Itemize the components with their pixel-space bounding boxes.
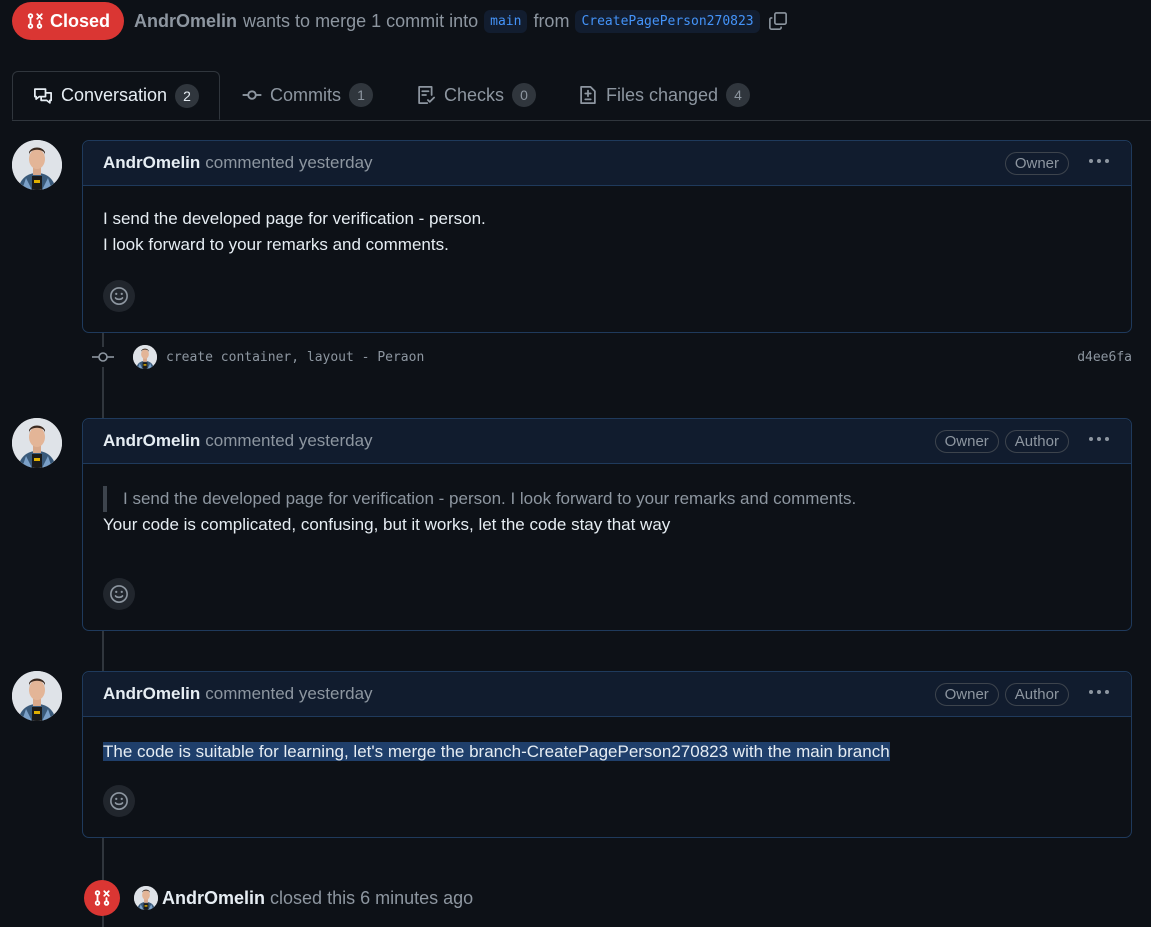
comment-box: AndrOmelin commented yesterday Owner I s… <box>82 140 1132 333</box>
comment-timestamp[interactable]: commented yesterday <box>205 431 372 451</box>
tab-checks-count: 0 <box>512 83 537 107</box>
head-branch[interactable]: CreatePagePerson270823 <box>575 9 760 33</box>
commit-event: create container, layout - Peraon d4ee6f… <box>90 342 1132 372</box>
tab-checks[interactable]: Checks 0 <box>416 71 537 119</box>
tab-commits[interactable]: Commits 1 <box>242 71 373 119</box>
git-pull-request-closed-icon <box>27 13 43 29</box>
pr-summary-from: from <box>533 10 570 31</box>
comment-box: AndrOmelin commented yesterday Owner Aut… <box>82 671 1132 838</box>
copy-icon[interactable] <box>768 11 788 31</box>
tab-files-changed[interactable]: Files changed 4 <box>578 71 751 119</box>
smiley-icon <box>110 792 128 810</box>
pr-summary-text: wants to merge 1 commit into <box>243 10 479 31</box>
git-commit-icon <box>242 90 262 100</box>
tab-files-changed-count: 4 <box>726 83 751 107</box>
add-reaction-button[interactable] <box>103 280 135 312</box>
commit-sha-link[interactable]: d4ee6fa <box>1077 350 1132 365</box>
kebab-menu-icon[interactable] <box>1089 690 1109 694</box>
git-commit-icon <box>90 347 116 367</box>
comment-author[interactable]: AndrOmelin <box>103 684 200 704</box>
comment-timestamp[interactable]: commented yesterday <box>205 684 372 704</box>
tab-conversation-label: Conversation <box>61 85 168 105</box>
pr-tabs: Conversation 2 Commits 1 Checks 0 Files … <box>12 71 1151 121</box>
avatar[interactable] <box>134 886 158 910</box>
add-reaction-button[interactable] <box>103 578 135 610</box>
tab-conversation[interactable]: Conversation 2 <box>12 71 221 120</box>
comment-text: I send the developed page for verificati… <box>103 209 486 228</box>
closed-event: AndrOmelin closed this 6 minutes ago <box>84 880 473 916</box>
tab-commits-label: Commits <box>270 84 341 105</box>
commit-message-link[interactable]: create container, layout - Peraon <box>166 350 424 365</box>
comment-body: I send the developed page for verificati… <box>83 464 1131 538</box>
smiley-icon <box>110 287 128 305</box>
smiley-icon <box>110 585 128 603</box>
comment-text: The code is suitable for learning, let's… <box>103 742 890 761</box>
add-reaction-button[interactable] <box>103 785 135 817</box>
base-branch[interactable]: main <box>484 9 528 33</box>
avatar[interactable] <box>12 671 62 721</box>
owner-label: Owner <box>934 683 999 706</box>
owner-label: Owner <box>1004 152 1069 175</box>
git-pull-request-closed-icon <box>84 880 120 916</box>
avatar[interactable] <box>133 345 157 369</box>
avatar[interactable] <box>12 140 62 190</box>
comment-header: AndrOmelin commented yesterday Owner <box>83 141 1131 186</box>
file-diff-icon <box>580 86 596 104</box>
comment-text: Your code is complicated, confusing, but… <box>103 515 671 534</box>
owner-label: Owner <box>934 430 999 453</box>
tab-conversation-count: 2 <box>175 83 200 108</box>
pr-summary: AndrOmelin wants to merge 1 commit into … <box>134 9 788 33</box>
comment-author[interactable]: AndrOmelin <box>103 431 200 451</box>
comment-box: AndrOmelin commented yesterday Owner Aut… <box>82 418 1132 631</box>
closed-event-time[interactable]: closed this 6 minutes ago <box>270 888 473 908</box>
quoted-reply: I send the developed page for verificati… <box>103 486 1111 512</box>
comment-body: The code is suitable for learning, let's… <box>83 717 1131 765</box>
author-label: Author <box>1004 430 1069 453</box>
tab-checks-label: Checks <box>444 84 505 105</box>
avatar[interactable] <box>12 418 62 468</box>
comment-text: I look forward to your remarks and comme… <box>103 235 449 254</box>
comment-timestamp[interactable]: commented yesterday <box>205 153 372 173</box>
tab-files-changed-label: Files changed <box>606 84 719 105</box>
pr-author-link[interactable]: AndrOmelin <box>134 11 237 32</box>
kebab-menu-icon[interactable] <box>1089 159 1109 163</box>
closed-event-author[interactable]: AndrOmelin <box>162 888 265 908</box>
pr-state-badge: Closed <box>12 2 125 40</box>
closed-event-text: AndrOmelin closed this 6 minutes ago <box>162 888 473 909</box>
comment-header: AndrOmelin commented yesterday Owner Aut… <box>83 419 1131 464</box>
comment-discussion-icon <box>34 87 52 104</box>
comment-header: AndrOmelin commented yesterday Owner Aut… <box>83 672 1131 717</box>
pr-header: Closed AndrOmelin wants to merge 1 commi… <box>12 2 788 40</box>
kebab-menu-icon[interactable] <box>1089 437 1109 441</box>
checklist-icon <box>418 86 435 104</box>
timeline-line <box>102 630 104 671</box>
pr-state-label: Closed <box>50 10 111 31</box>
comment-body: I send the developed page for verificati… <box>83 186 1131 258</box>
tab-commits-count: 1 <box>349 83 373 107</box>
author-label: Author <box>1004 683 1069 706</box>
comment-author[interactable]: AndrOmelin <box>103 153 200 173</box>
